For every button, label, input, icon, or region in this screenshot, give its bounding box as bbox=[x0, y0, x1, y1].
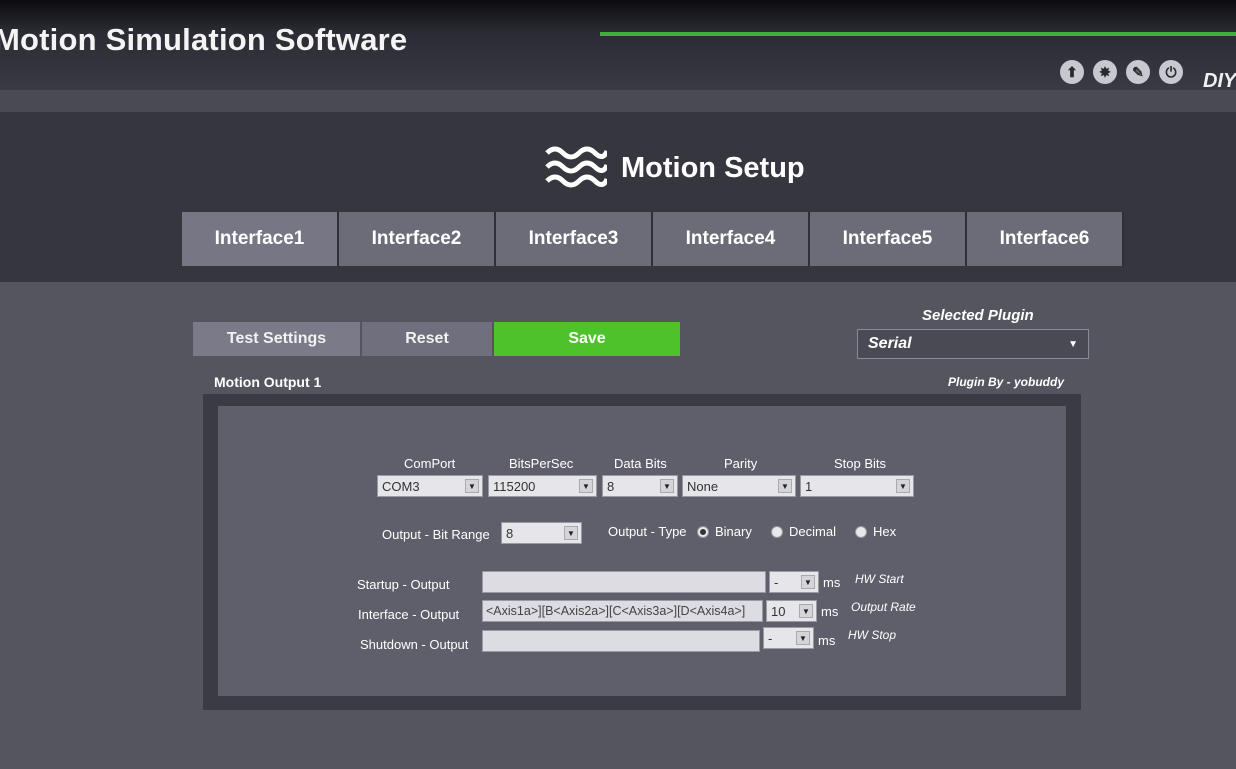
title-accent-line bbox=[600, 32, 1236, 36]
upload-icon[interactable]: ⬆ bbox=[1060, 60, 1084, 84]
bits-per-sec-label: BitsPerSec bbox=[509, 456, 574, 471]
hw-start-label: HW Start bbox=[855, 572, 904, 586]
chevron-down-icon: ▼ bbox=[796, 631, 810, 645]
waves-icon bbox=[545, 146, 607, 188]
stop-bits-value: 1 bbox=[805, 478, 813, 494]
startup-output-field[interactable] bbox=[482, 571, 766, 593]
tab-interface2[interactable]: Interface2 bbox=[339, 212, 496, 266]
sub-band bbox=[0, 90, 1236, 112]
stop-bits-label: Stop Bits bbox=[834, 456, 887, 471]
reset-button[interactable]: Reset bbox=[362, 322, 492, 356]
interface-output-label: Interface - Output bbox=[358, 607, 460, 622]
plugin-select-value: Serial bbox=[868, 335, 912, 352]
bit-range-value: 8 bbox=[506, 525, 514, 541]
output-settings-panel bbox=[218, 406, 1066, 696]
selected-plugin-label: Selected Plugin bbox=[922, 307, 1034, 324]
bits-per-sec-value: 115200 bbox=[493, 478, 536, 494]
page-title: Motion Setup bbox=[621, 151, 805, 184]
data-bits-value: 8 bbox=[607, 478, 615, 494]
save-button[interactable]: Save bbox=[494, 322, 680, 356]
radio-dot bbox=[771, 525, 783, 538]
page-header: Motion Setup bbox=[545, 145, 805, 191]
ms-unit: ms bbox=[823, 575, 841, 590]
top-icon-group: ⬆ ✸ ✎ ⏻ bbox=[1060, 60, 1183, 84]
output-rate-value: 10 bbox=[771, 603, 786, 619]
chevron-down-icon: ▼ bbox=[465, 479, 479, 493]
section-title: Motion Output 1 bbox=[214, 374, 322, 390]
plugin-select[interactable]: Serial ▼ bbox=[857, 329, 1089, 359]
parity-label: Parity bbox=[724, 456, 758, 471]
radio-hex-label: Hex bbox=[873, 524, 897, 539]
radio-decimal-label: Decimal bbox=[789, 524, 836, 539]
bit-range-select[interactable]: 8 ▼ bbox=[501, 522, 582, 544]
power-icon[interactable]: ⏻ bbox=[1159, 60, 1183, 84]
radio-binary[interactable]: Binary bbox=[697, 524, 752, 539]
chevron-down-icon: ▼ bbox=[1068, 338, 1078, 350]
shutdown-output-field[interactable] bbox=[482, 630, 760, 652]
startup-ms-select[interactable]: - ▼ bbox=[769, 571, 819, 593]
radio-hex[interactable]: Hex bbox=[855, 524, 896, 539]
tab-interface3[interactable]: Interface3 bbox=[496, 212, 653, 266]
test-settings-button[interactable]: Test Settings bbox=[193, 322, 360, 356]
tab-interface4[interactable]: Interface4 bbox=[653, 212, 810, 266]
chevron-down-icon: ▼ bbox=[778, 479, 792, 493]
app-title: Motion Simulation Software bbox=[0, 22, 408, 57]
chevron-down-icon: ▼ bbox=[799, 604, 813, 618]
data-bits-label: Data Bits bbox=[614, 456, 667, 471]
parity-select[interactable]: None ▼ bbox=[682, 475, 796, 497]
radio-dot bbox=[697, 525, 709, 538]
startup-output-label: Startup - Output bbox=[357, 577, 450, 592]
shutdown-ms-select[interactable]: - ▼ bbox=[763, 627, 814, 649]
radio-dot bbox=[855, 525, 867, 538]
output-type-label: Output - Type bbox=[608, 524, 687, 539]
bit-range-label: Output - Bit Range bbox=[382, 527, 490, 542]
comport-label: ComPort bbox=[404, 456, 456, 471]
tab-interface1[interactable]: Interface1 bbox=[182, 212, 339, 266]
shutdown-ms-value: - bbox=[768, 630, 773, 646]
output-rate-select[interactable]: 10 ▼ bbox=[766, 600, 817, 622]
bits-per-sec-select[interactable]: 115200 ▼ bbox=[488, 475, 597, 497]
startup-ms-value: - bbox=[774, 574, 779, 590]
plugin-author: Plugin By - yobuddy bbox=[948, 375, 1064, 389]
radio-decimal[interactable]: Decimal bbox=[771, 524, 836, 539]
chevron-down-icon: ▼ bbox=[660, 479, 674, 493]
comport-select[interactable]: COM3 ▼ bbox=[377, 475, 483, 497]
interface-output-field[interactable]: <Axis1a>][B<Axis2a>][C<Axis3a>][D<Axis4a… bbox=[482, 600, 763, 622]
output-rate-label: Output Rate bbox=[851, 600, 916, 614]
parity-value: None bbox=[687, 478, 719, 494]
tab-interface5[interactable]: Interface5 bbox=[810, 212, 967, 266]
ms-unit: ms bbox=[821, 604, 839, 619]
stop-bits-select[interactable]: 1 ▼ bbox=[800, 475, 914, 497]
data-bits-select[interactable]: 8 ▼ bbox=[602, 475, 678, 497]
ms-unit: ms bbox=[818, 633, 836, 648]
shutdown-output-label: Shutdown - Output bbox=[360, 637, 469, 652]
pencil-icon[interactable]: ✎ bbox=[1126, 60, 1150, 84]
hw-stop-label: HW Stop bbox=[848, 628, 897, 642]
chevron-down-icon: ▼ bbox=[579, 479, 593, 493]
tab-interface6[interactable]: Interface6 bbox=[967, 212, 1124, 266]
chevron-down-icon: ▼ bbox=[896, 479, 910, 493]
chevron-down-icon: ▼ bbox=[564, 526, 578, 540]
comport-value: COM3 bbox=[382, 478, 420, 494]
sparkle-icon[interactable]: ✸ bbox=[1093, 60, 1117, 84]
radio-binary-label: Binary bbox=[715, 524, 752, 539]
interface-tabs: Interface1 Interface2 Interface3 Interfa… bbox=[182, 212, 1124, 266]
chevron-down-icon: ▼ bbox=[801, 575, 815, 589]
